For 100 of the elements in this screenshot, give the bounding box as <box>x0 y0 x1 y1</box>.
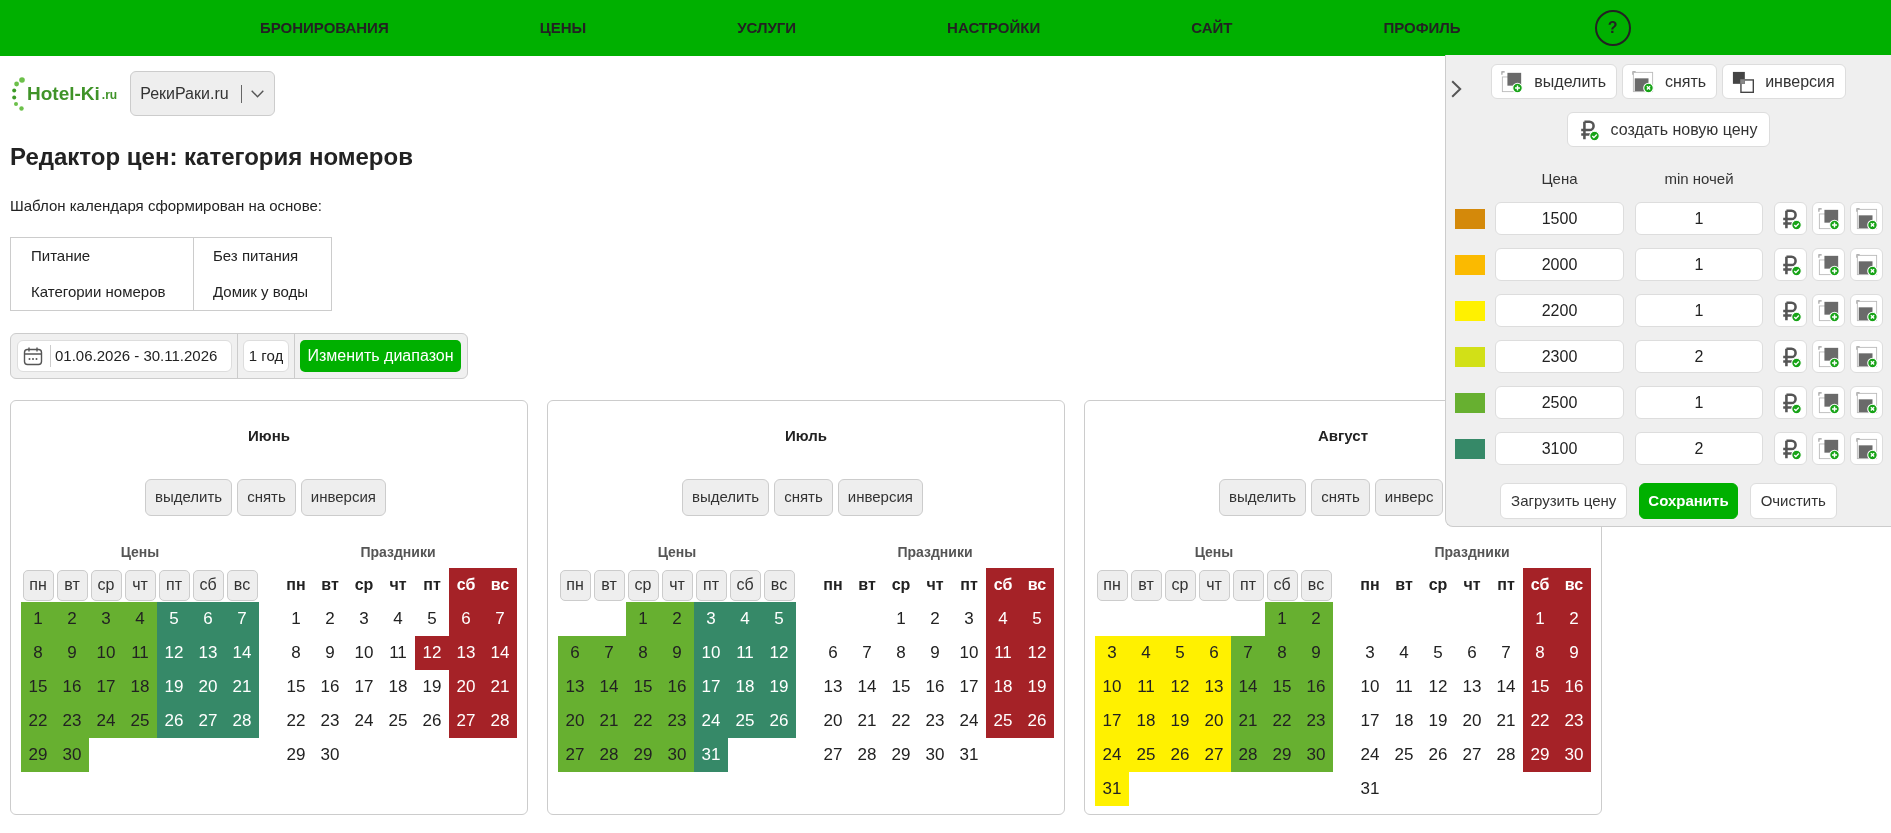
min-nights-input[interactable]: 1 <box>1635 202 1763 235</box>
deselect-button[interactable]: снять <box>237 479 296 516</box>
calendar-day[interactable]: 7 <box>483 602 517 636</box>
calendar-day[interactable]: 2 <box>660 602 694 636</box>
calendar-day[interactable]: 7 <box>592 636 626 670</box>
calendar-day[interactable]: 27 <box>449 704 483 738</box>
calendar-day[interactable]: 30 <box>1299 738 1333 772</box>
calendar-day[interactable]: 1 <box>21 602 55 636</box>
clear-days-button[interactable] <box>1850 386 1883 419</box>
calendar-day[interactable]: 13 <box>1455 670 1489 704</box>
calendar-day[interactable]: 7 <box>1489 636 1523 670</box>
calendar-day[interactable]: 10 <box>952 636 986 670</box>
calendar-day[interactable]: 19 <box>762 670 796 704</box>
apply-price-button[interactable] <box>1774 340 1807 373</box>
calendar-day[interactable]: 26 <box>415 704 449 738</box>
calendar-day[interactable]: 5 <box>157 602 191 636</box>
calendar-day[interactable]: 4 <box>728 602 762 636</box>
calendar-day[interactable]: 20 <box>558 704 592 738</box>
calendar-day[interactable]: 3 <box>347 602 381 636</box>
date-range-field[interactable]: 01.06.2026 - 30.11.2026 <box>17 340 232 372</box>
weekday-button[interactable]: ср <box>1164 569 1196 601</box>
select-days-button[interactable] <box>1812 202 1845 235</box>
calendar-day[interactable]: 27 <box>1455 738 1489 772</box>
calendar-day[interactable]: 18 <box>1387 704 1421 738</box>
weekday-button[interactable]: вс <box>226 569 258 601</box>
calendar-day[interactable]: 25 <box>1387 738 1421 772</box>
select-days-button[interactable] <box>1812 386 1845 419</box>
calendar-day[interactable]: 15 <box>279 670 313 704</box>
calendar-day[interactable]: 14 <box>850 670 884 704</box>
calendar-day[interactable]: 9 <box>313 636 347 670</box>
calendar-day[interactable]: 6 <box>191 602 225 636</box>
calendar-day[interactable]: 17 <box>1095 704 1129 738</box>
weekday-button[interactable]: вт <box>1130 569 1162 601</box>
calendar-day[interactable]: 13 <box>191 636 225 670</box>
calendar-day[interactable]: 8 <box>21 636 55 670</box>
weekday-button[interactable]: пн <box>559 569 591 601</box>
select-days-button[interactable] <box>1812 340 1845 373</box>
calendar-day[interactable]: 22 <box>279 704 313 738</box>
clear-days-button[interactable] <box>1850 294 1883 327</box>
calendar-day[interactable]: 23 <box>1299 704 1333 738</box>
deselect-button[interactable]: снять <box>1311 479 1370 516</box>
weekday-button[interactable]: сб <box>192 569 224 601</box>
calendar-day[interactable]: 3 <box>89 602 123 636</box>
calendar-day[interactable]: 6 <box>449 602 483 636</box>
calendar-day[interactable]: 2 <box>918 602 952 636</box>
calendar-day[interactable]: 31 <box>694 738 728 772</box>
calendar-day[interactable]: 11 <box>381 636 415 670</box>
calendar-day[interactable]: 16 <box>1557 670 1591 704</box>
calendar-day[interactable]: 25 <box>728 704 762 738</box>
calendar-day[interactable]: 3 <box>1095 636 1129 670</box>
calendar-day[interactable]: 3 <box>1353 636 1387 670</box>
weekday-button[interactable]: вт <box>56 569 88 601</box>
nav-link[interactable]: САЙТ <box>1191 16 1233 40</box>
weekday-button[interactable]: вс <box>763 569 795 601</box>
calendar-day[interactable]: 15 <box>626 670 660 704</box>
calendar-day[interactable]: 2 <box>1557 602 1591 636</box>
min-nights-input[interactable]: 1 <box>1635 386 1763 419</box>
invert-button[interactable]: инверс <box>1374 479 1444 516</box>
price-input[interactable]: 2200 <box>1495 294 1624 327</box>
calendar-day[interactable]: 23 <box>313 704 347 738</box>
nav-link[interactable]: УСЛУГИ <box>737 16 797 40</box>
calendar-day[interactable]: 26 <box>157 704 191 738</box>
calendar-day[interactable]: 10 <box>89 636 123 670</box>
calendar-day[interactable]: 28 <box>850 738 884 772</box>
calendar-day[interactable]: 14 <box>1231 670 1265 704</box>
calendar-day[interactable]: 20 <box>1455 704 1489 738</box>
calendar-day[interactable]: 21 <box>483 670 517 704</box>
invert-button[interactable]: инверсия <box>837 479 923 516</box>
calendar-day[interactable]: 17 <box>694 670 728 704</box>
calendar-day[interactable]: 29 <box>1265 738 1299 772</box>
calendar-day[interactable]: 17 <box>89 670 123 704</box>
weekday-button[interactable]: пт <box>1232 569 1264 601</box>
calendar-day[interactable]: 11 <box>986 636 1020 670</box>
apply-price-button[interactable] <box>1774 202 1807 235</box>
calendar-day[interactable]: 12 <box>1163 670 1197 704</box>
calendar-day[interactable]: 21 <box>1489 704 1523 738</box>
calendar-day[interactable]: 20 <box>1197 704 1231 738</box>
calendar-day[interactable]: 14 <box>592 670 626 704</box>
calendar-day[interactable]: 14 <box>1489 670 1523 704</box>
calendar-day[interactable]: 12 <box>157 636 191 670</box>
calendar-day[interactable]: 28 <box>592 738 626 772</box>
calendar-day[interactable]: 20 <box>449 670 483 704</box>
calendar-day[interactable]: 4 <box>123 602 157 636</box>
calendar-day[interactable]: 1 <box>626 602 660 636</box>
calendar-day[interactable]: 15 <box>1265 670 1299 704</box>
select-days-button[interactable] <box>1812 248 1845 281</box>
calendar-day[interactable]: 16 <box>1299 670 1333 704</box>
calendar-day[interactable]: 24 <box>89 704 123 738</box>
calendar-day[interactable]: 29 <box>626 738 660 772</box>
calendar-day[interactable]: 1 <box>1265 602 1299 636</box>
calendar-day[interactable]: 5 <box>1163 636 1197 670</box>
calendar-day[interactable]: 2 <box>55 602 89 636</box>
calendar-day[interactable]: 4 <box>1129 636 1163 670</box>
calendar-day[interactable]: 29 <box>279 738 313 772</box>
calendar-day[interactable]: 12 <box>762 636 796 670</box>
calendar-day[interactable]: 25 <box>1129 738 1163 772</box>
weekday-button[interactable]: сб <box>1266 569 1298 601</box>
hotel-select[interactable]: РекиРаки.ru <box>130 71 276 116</box>
calendar-day[interactable]: 29 <box>884 738 918 772</box>
invert-button[interactable]: инверсия <box>1722 64 1846 99</box>
